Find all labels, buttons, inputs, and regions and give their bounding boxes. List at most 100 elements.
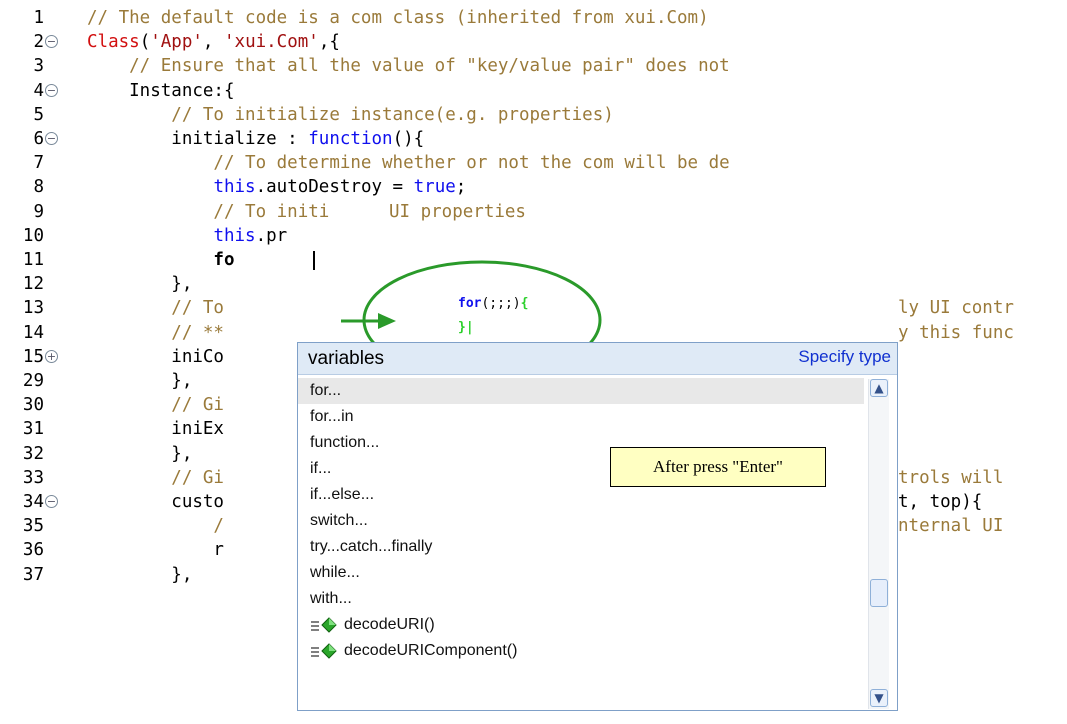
code-line[interactable]: 4− Instance:{ xyxy=(0,79,1067,103)
code-line[interactable]: 5 // To initialize instance(e.g. propert… xyxy=(0,103,1067,127)
fold-collapse-icon[interactable]: − xyxy=(45,132,58,145)
autocomplete-popup[interactable]: variables Specify type for... for...in fun… xyxy=(297,342,898,711)
code-text: // To xyxy=(87,296,224,320)
suggestion-item[interactable]: decodeURIComponent() xyxy=(298,638,864,664)
code-text: // ** xyxy=(87,321,224,345)
suggestion-label: function... xyxy=(310,434,380,451)
suggestion-label: for...in xyxy=(310,408,354,425)
code-token: ,{ xyxy=(318,32,340,53)
code-token: fo xyxy=(87,250,235,270)
code-line[interactable]: 11 fo xyxy=(0,248,1067,272)
code-fragment: y this func xyxy=(898,322,1014,343)
scroll-down-button[interactable]: ▼ xyxy=(870,689,888,707)
code-token: this xyxy=(213,177,256,198)
code-line[interactable]: 10 this.pr xyxy=(0,224,1067,248)
line-number: 1 xyxy=(33,8,44,28)
code-text: // The default code is a com class (inhe… xyxy=(87,6,709,30)
method-icon xyxy=(310,641,338,661)
code-text: }, xyxy=(87,563,192,587)
code-token: Class xyxy=(87,32,140,53)
code-fragment: ly UI contr xyxy=(898,298,1014,319)
suggestion-label: decodeURI() xyxy=(344,616,435,633)
suggestion-label: if... xyxy=(310,460,332,477)
code-line[interactable]: 9 // To initi xyxy=(0,200,1067,224)
suggestion-item[interactable]: with... xyxy=(298,586,864,612)
code-line[interactable]: 1 // The default code is a com class (inh… xyxy=(0,6,1067,30)
callout-box: After press "Enter" xyxy=(610,447,826,487)
code-line[interactable]: 3 // Ensure that all the value of "key/v… xyxy=(0,54,1067,78)
line-number: 2 xyxy=(33,32,44,53)
code-text: this.pr xyxy=(87,224,287,248)
line-number: 7 xyxy=(33,153,44,174)
suggestion-label: if...else... xyxy=(310,486,375,503)
code-token: // The default code is a com class (inhe… xyxy=(87,8,709,28)
line-number: 15 xyxy=(22,346,44,367)
line-number: 5 xyxy=(33,104,44,125)
code-line[interactable]: 6− initialize : function(){ xyxy=(0,127,1067,151)
line-number: 35 xyxy=(22,516,44,537)
code-text: custo xyxy=(87,490,224,514)
code-text: }, xyxy=(87,442,192,466)
code-text: // Gi xyxy=(87,393,224,417)
popup-scrollbar[interactable]: ▲ ▼ xyxy=(868,379,889,709)
code-line[interactable]: 2− Class('App', 'xui.Com',{ xyxy=(0,30,1067,54)
suggestion-item[interactable]: while... xyxy=(298,560,864,586)
suggestion-label: for... xyxy=(310,382,342,399)
line-number: 10 xyxy=(22,225,44,246)
code-text: iniCo xyxy=(87,345,224,369)
code-token: function xyxy=(308,129,393,149)
code-token: r xyxy=(87,540,224,561)
suggestion-item[interactable]: for...in xyxy=(298,404,864,430)
suggestion-label: while... xyxy=(310,564,360,581)
code-line[interactable]: 7 // To determine whether or not the com… xyxy=(0,151,1067,175)
suggestion-label: with... xyxy=(310,590,352,607)
line-number: 36 xyxy=(22,540,44,561)
line-number: 14 xyxy=(22,322,44,343)
fold-collapse-icon[interactable]: − xyxy=(45,83,58,97)
code-token: , xyxy=(202,32,224,53)
line-number: 12 xyxy=(22,274,44,295)
popup-header: variables Specify type xyxy=(298,343,897,375)
code-text: / xyxy=(87,514,224,538)
code-token: ( xyxy=(139,32,151,53)
code-fragment: trols will xyxy=(898,467,1004,488)
fold-collapse-icon[interactable]: − xyxy=(45,35,58,49)
suggestion-item[interactable]: decodeURI() xyxy=(298,612,864,638)
code-text: // Gi xyxy=(87,466,224,490)
code-fragment: UI properties xyxy=(389,201,526,222)
scroll-thumb[interactable] xyxy=(870,579,888,607)
line-number: 34 xyxy=(22,492,44,512)
code-text: Instance:{ xyxy=(87,79,234,103)
line-number: 29 xyxy=(22,371,44,391)
code-token: this xyxy=(213,225,256,246)
code-token: 'xui.Com' xyxy=(224,32,319,53)
preview-keyword: for xyxy=(458,296,482,311)
fold-collapse-icon[interactable]: − xyxy=(45,495,58,508)
preview-close: }| xyxy=(458,320,474,335)
suggestion-item[interactable]: for... xyxy=(298,378,864,404)
line-number: 9 xyxy=(33,201,44,222)
scroll-up-button[interactable]: ▲ xyxy=(870,379,888,397)
code-text: fo xyxy=(87,248,235,272)
code-text: initialize : function(){ xyxy=(87,127,424,151)
code-token: custo xyxy=(87,492,224,512)
suggestion-item[interactable]: try...catch...finally xyxy=(298,534,864,560)
suggestion-item[interactable]: switch... xyxy=(298,508,864,534)
line-number: 31 xyxy=(22,419,44,440)
line-number: 11 xyxy=(22,250,44,270)
fold-expand-icon[interactable]: + xyxy=(45,349,58,363)
code-token: // Ensure that all the value of "key/val… xyxy=(87,56,730,77)
text-cursor xyxy=(313,251,315,270)
line-number: 33 xyxy=(22,467,44,488)
code-line[interactable]: 8 this.autoDestroy = true; xyxy=(0,175,1067,199)
specify-type-link[interactable]: Specify type xyxy=(798,347,891,367)
code-text: this.autoDestroy = true; xyxy=(87,175,466,199)
code-text: // To initi xyxy=(87,200,329,224)
code-token: true xyxy=(413,177,456,198)
code-token: initialize : xyxy=(87,129,309,149)
code-token: / xyxy=(87,516,224,537)
code-text: Class('App', 'xui.Com',{ xyxy=(87,30,340,54)
code-line[interactable]: 12 }, xyxy=(0,272,1067,296)
